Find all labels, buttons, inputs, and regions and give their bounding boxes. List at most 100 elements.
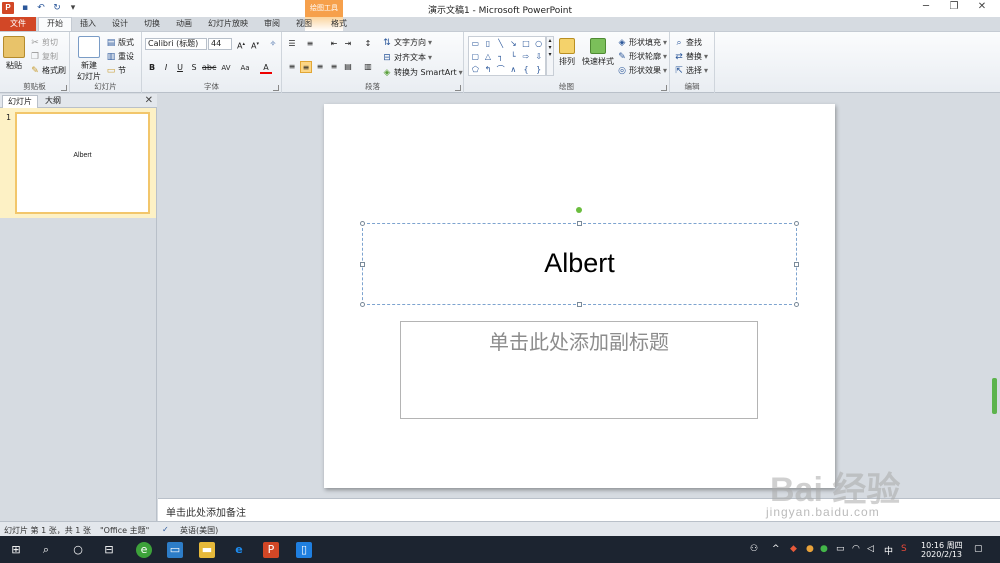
section-button[interactable]: ▭ 节 [106, 65, 126, 76]
wechat-icon[interactable]: ● [820, 544, 828, 554]
sogou-ime-icon[interactable]: S [901, 544, 907, 554]
convert-smartart-button[interactable]: ◈ 转换为 SmartArt ▾ [382, 67, 463, 78]
cut-button[interactable]: ✂ 剪切 [30, 37, 58, 48]
tab-slideshow[interactable]: 幻灯片放映 [200, 17, 256, 31]
tab-insert[interactable]: 插入 [72, 17, 104, 31]
clear-format-icon[interactable]: ✧ [267, 38, 279, 50]
font-size-combo[interactable]: 44 [208, 38, 232, 50]
tray-notification-icon[interactable]: ● [806, 544, 814, 554]
change-case-icon[interactable]: Aa [239, 62, 251, 74]
subtitle-placeholder-text[interactable]: 单击此处添加副标题 [401, 326, 757, 355]
powerpoint-taskbar-icon[interactable]: P [263, 542, 279, 558]
title-placeholder[interactable]: Albert [360, 221, 799, 307]
align-left-icon[interactable]: ≡ [286, 61, 298, 73]
curve-shape-icon[interactable]: ⌒ [494, 63, 507, 76]
paragraph-launcher-icon[interactable] [455, 85, 461, 91]
language-status[interactable]: 英语(美国) [180, 525, 218, 536]
shapes-gallery-scroll[interactable]: ▴ ▾ ▾ [546, 36, 554, 76]
tray-app-icon[interactable]: ◆ [790, 544, 797, 554]
arrange-button[interactable]: 排列 [557, 38, 577, 67]
rounded-rect-shape-icon[interactable]: ▢ [469, 50, 482, 63]
right-arrow-shape-icon[interactable]: ⇨ [520, 50, 533, 63]
slide-title[interactable]: Albert [363, 248, 796, 279]
browser-360-icon[interactable]: e [136, 542, 152, 558]
volume-icon[interactable]: ◁ [867, 544, 874, 554]
bold-icon[interactable]: B [146, 62, 158, 74]
restore-button[interactable]: ❐ [940, 1, 968, 12]
rectangle-shape-icon[interactable]: □ [520, 37, 533, 50]
monitor-app-icon[interactable]: ▭ [167, 542, 183, 558]
minimize-button[interactable]: ─ [912, 1, 940, 12]
windows-start-icon[interactable]: ⊞ [8, 542, 24, 558]
decrease-indent-icon[interactable]: ⇤ [328, 38, 340, 50]
font-name-combo[interactable]: Calibri (标题) [145, 38, 207, 50]
resize-handle-br[interactable] [794, 302, 799, 307]
resize-handle-t[interactable] [577, 221, 582, 226]
resize-handle-l[interactable] [360, 262, 365, 267]
line-shape-icon[interactable]: ╲ [494, 37, 507, 50]
replace-button[interactable]: ⇄ 替换 ▾ [674, 51, 708, 62]
close-window-button[interactable]: ✕ [968, 1, 996, 12]
textbox-shape-icon[interactable]: ▭ [469, 37, 482, 50]
left-brace-shape-icon[interactable]: { [520, 63, 533, 76]
cortana-icon[interactable]: ○ [70, 542, 86, 558]
layout-button[interactable]: ▤ 版式 [106, 37, 134, 48]
bullets-icon[interactable]: ☰ [286, 38, 298, 50]
people-icon[interactable]: ⚇ [750, 544, 758, 554]
file-explorer-icon[interactable]: ▬ [199, 542, 215, 558]
find-button[interactable]: ⌕ 查找 [674, 37, 702, 48]
justify-icon[interactable]: ≡ [328, 61, 340, 73]
arrow-line-shape-icon[interactable]: ↘ [507, 37, 520, 50]
edge-browser-icon[interactable]: e [231, 542, 247, 558]
tab-transitions[interactable]: 切换 [136, 17, 168, 31]
underline-icon[interactable]: U [174, 62, 186, 74]
resize-handle-r[interactable] [794, 262, 799, 267]
ime-indicator[interactable]: 中 [884, 544, 893, 557]
increase-indent-icon[interactable]: ⇥ [342, 38, 354, 50]
slide-thumbnail[interactable]: Albert [15, 112, 150, 214]
search-icon[interactable]: ⌕ [38, 542, 54, 558]
rotate-handle[interactable] [576, 207, 582, 213]
tab-slides-pane[interactable]: 幻灯片 [2, 95, 38, 108]
shape-fill-button[interactable]: ◈ 形状填充 ▾ [617, 37, 667, 48]
drawing-launcher-icon[interactable] [661, 85, 667, 91]
connector-shape-icon[interactable]: └ [507, 50, 520, 63]
tab-review[interactable]: 审阅 [256, 17, 288, 31]
shapes-gallery[interactable]: ▭ ▯ ╲ ↘ □ ○ ▢ △ ┐ └ ⇨ ⇩ ⬠ ↰ ⌒ ∧{} [468, 36, 546, 76]
shadow-icon[interactable]: S [188, 62, 200, 74]
quick-styles-button[interactable]: 快速样式 [582, 38, 614, 67]
pentagon-shape-icon[interactable]: ⬠ [469, 63, 482, 76]
close-pane-icon[interactable]: ✕ [145, 94, 153, 107]
distribute-icon[interactable]: ▤ [342, 61, 354, 73]
resize-handle-tr[interactable] [794, 221, 799, 226]
grow-font-icon[interactable]: A▴ [235, 38, 247, 51]
paste-button[interactable]: 粘贴 [3, 36, 25, 71]
resize-handle-bl[interactable] [360, 302, 365, 307]
format-painter-button[interactable]: ✎ 格式刷 [30, 65, 66, 76]
align-right-icon[interactable]: ≡ [314, 61, 326, 73]
tray-chevron-icon[interactable]: ^ [772, 544, 780, 554]
right-brace-shape-icon[interactable]: } [532, 63, 545, 76]
tablet-app-icon[interactable]: ▯ [296, 542, 312, 558]
notification-center-icon[interactable]: ▢ [974, 544, 983, 554]
down-arrow-shape-icon[interactable]: ⇩ [532, 50, 545, 63]
bend-shape-icon[interactable]: ↰ [482, 63, 495, 76]
font-launcher-icon[interactable] [273, 85, 279, 91]
select-button[interactable]: ⇱ 选择 ▾ [674, 65, 708, 76]
text-direction-button[interactable]: ⇅ 文字方向 ▾ [382, 37, 432, 48]
align-center-icon[interactable]: ≡ [300, 61, 312, 73]
oval-shape-icon[interactable]: ○ [532, 37, 545, 50]
tab-animations[interactable]: 动画 [168, 17, 200, 31]
task-view-icon[interactable]: ⊟ [101, 542, 117, 558]
resize-handle-b[interactable] [577, 302, 582, 307]
wifi-icon[interactable]: ◠ [852, 544, 860, 554]
reset-button[interactable]: ▥ 重设 [106, 51, 134, 62]
font-color-icon[interactable]: A [260, 62, 272, 74]
notes-placeholder[interactable]: 单击此处添加备注 [166, 504, 246, 519]
tab-format[interactable]: 格式 [320, 17, 358, 31]
tab-file[interactable]: 文件 [0, 17, 36, 31]
align-text-button[interactable]: ⊟ 对齐文本 ▾ [382, 52, 432, 63]
shrink-font-icon[interactable]: A▾ [249, 38, 261, 51]
spellcheck-icon[interactable]: ✓ [162, 525, 169, 534]
tab-outline-pane[interactable]: 大纲 [40, 95, 66, 108]
